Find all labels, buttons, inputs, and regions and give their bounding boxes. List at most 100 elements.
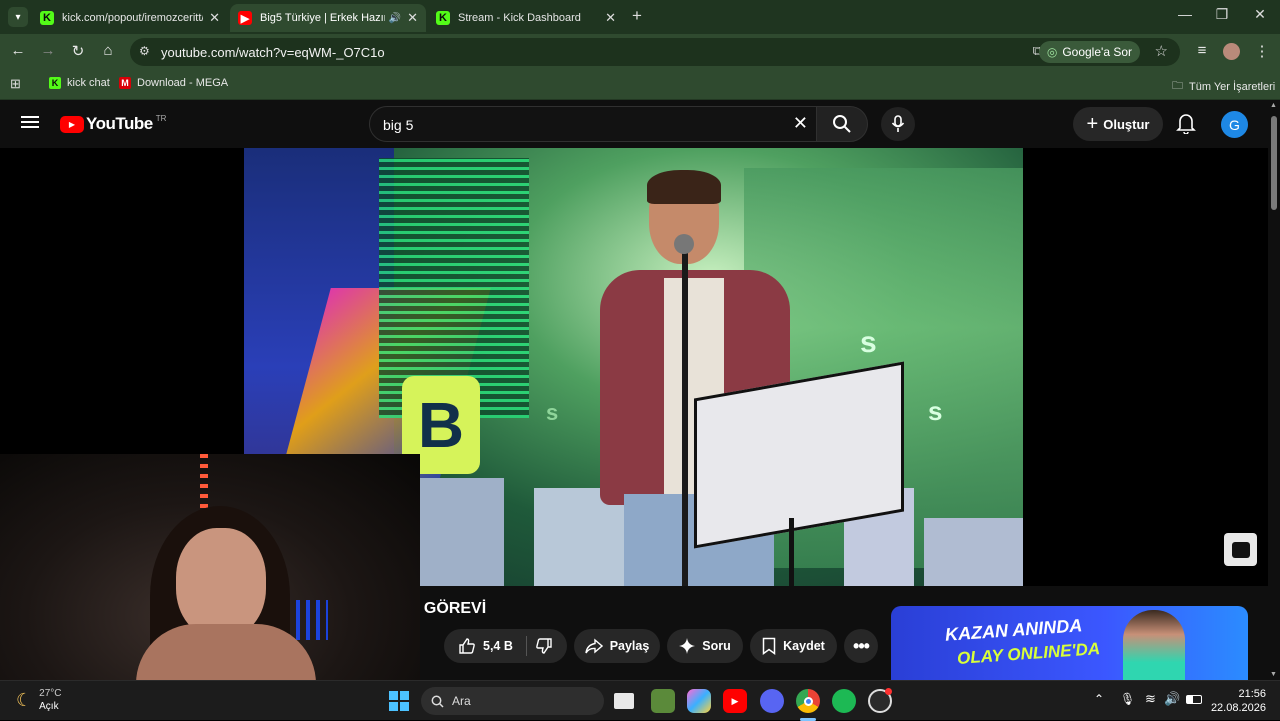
streamer-shoulders: [136, 624, 316, 686]
start-button[interactable]: [389, 691, 409, 711]
profile-avatar[interactable]: [1223, 43, 1240, 60]
close-icon[interactable]: ✕: [209, 10, 220, 26]
like-button[interactable]: 5,4 B: [444, 629, 567, 663]
hamburger-menu-icon[interactable]: [21, 113, 39, 131]
webcam-overlay: [0, 454, 420, 686]
mic-stand: [682, 246, 688, 586]
thumbs-up-icon: [459, 638, 475, 654]
music-stand-pole: [789, 518, 794, 586]
notifications-bell-icon[interactable]: [1176, 112, 1196, 139]
tab-title: kick.com/popout/iremozceritt/c: [62, 12, 204, 24]
ad-person-image: [1123, 610, 1185, 680]
weather-widget[interactable]: ☾ 27°C Açık: [16, 687, 61, 713]
save-label: Kaydet: [783, 639, 825, 653]
thumbs-down-icon[interactable]: [535, 637, 553, 655]
tab-kick-dashboard[interactable]: K Stream - Kick Dashboard ✕: [428, 4, 624, 32]
youtube-logo[interactable]: ▶ YouTube TR: [60, 114, 166, 134]
volume-icon[interactable]: 🔊: [1164, 691, 1180, 707]
apps-grid-icon[interactable]: ⊞: [10, 76, 21, 92]
forward-icon[interactable]: →: [38, 42, 58, 59]
discord-icon[interactable]: [760, 689, 784, 713]
wall-letter: s: [860, 326, 877, 359]
search-button[interactable]: [816, 106, 868, 142]
more-actions-button[interactable]: •••: [844, 629, 878, 663]
tray-microphone-icon[interactable]: 🎙: [1120, 692, 1135, 706]
youtube-app-icon[interactable]: ▶: [723, 689, 747, 713]
youtube-play-icon: ▶: [60, 115, 84, 133]
share-label: Paylaş: [609, 639, 650, 653]
all-bookmarks[interactable]: 🗀 Tüm Yer İşaretleri: [1172, 77, 1275, 96]
ask-label: Soru: [702, 639, 731, 653]
create-label: Oluştur: [1103, 116, 1150, 132]
weather-state: Açık: [39, 701, 59, 712]
create-button[interactable]: + Oluştur: [1073, 107, 1163, 141]
google-ask-button[interactable]: ◎ Google'a Sor: [1038, 41, 1140, 63]
taskbar-search[interactable]: Ara: [421, 687, 604, 715]
watch-page: B r s s s L GÖREVİ: [0, 148, 1268, 686]
search-icon: [833, 115, 851, 133]
page-scrollbar[interactable]: ▲ ▼: [1268, 100, 1280, 680]
clock-date: 22.08.2026: [1210, 702, 1266, 714]
channel-watermark-icon[interactable]: [1224, 533, 1257, 566]
bookmark-star-icon[interactable]: ☆: [1155, 42, 1168, 60]
folder-icon: 🗀: [1172, 80, 1183, 92]
voice-search-button[interactable]: [881, 107, 915, 141]
tray-chevron-up-icon[interactable]: ⌃: [1094, 692, 1104, 706]
save-button[interactable]: Kaydet: [750, 629, 837, 663]
scrollbar-thumb[interactable]: [1271, 116, 1277, 210]
bookmark-mega[interactable]: M Download - MEGA: [119, 77, 228, 89]
lens-icon: ◎: [1046, 45, 1058, 59]
address-bar[interactable]: ⚙ youtube.com/watch?v=eqWM-_O7C1o ⧉ ◎ Go…: [130, 38, 1180, 66]
youtube-logo-text: YouTube: [86, 114, 153, 133]
close-icon[interactable]: ✕: [605, 10, 616, 26]
region-code: TR: [155, 113, 167, 123]
singer-hair: [647, 170, 721, 204]
chevron-down-icon: ▾: [15, 11, 21, 23]
minimize-button[interactable]: —: [1175, 6, 1195, 22]
search-icon: [431, 695, 444, 708]
restore-button[interactable]: ❐: [1212, 6, 1232, 23]
like-count: 5,4 B: [483, 639, 513, 653]
clear-search-icon[interactable]: ✕: [793, 113, 808, 134]
reload-icon[interactable]: ↻: [68, 42, 88, 60]
microphone: [674, 234, 694, 254]
file-explorer-icon[interactable]: [614, 693, 634, 709]
bookmark-kick-chat[interactable]: K kick chat: [49, 77, 110, 89]
menu-icon[interactable]: ⋮: [1252, 42, 1272, 60]
like-divider: [526, 636, 527, 656]
scroll-down-icon[interactable]: ▼: [1270, 671, 1277, 678]
wifi-icon[interactable]: ≋: [1145, 691, 1156, 707]
tab-youtube[interactable]: ▶ Big5 Türkiye | Erkek Hazırlık 🔊 ✕: [230, 4, 426, 32]
minecraft-icon[interactable]: [651, 689, 675, 713]
back-icon[interactable]: ←: [8, 42, 28, 59]
battery-icon[interactable]: [1186, 695, 1202, 704]
site-info-icon[interactable]: ⚙: [139, 44, 150, 58]
scroll-up-icon[interactable]: ▲: [1270, 102, 1277, 109]
share-button[interactable]: Paylaş: [574, 629, 660, 663]
big5-letter: B: [417, 389, 465, 461]
media-controls-icon[interactable]: ≡: [1192, 42, 1212, 59]
webcam-red-lights: [200, 454, 208, 514]
home-icon[interactable]: ⌂: [98, 42, 118, 59]
tab-search-button[interactable]: ▾: [8, 7, 28, 27]
kick-icon: K: [436, 11, 450, 25]
close-icon[interactable]: ✕: [407, 10, 418, 26]
wall-letter: s: [928, 396, 943, 426]
speaker-icon[interactable]: 🔊: [389, 13, 401, 24]
ask-button[interactable]: Soru: [667, 629, 743, 663]
stage-crate: [924, 518, 1023, 586]
close-window-button[interactable]: ✕: [1250, 6, 1270, 23]
moon-icon: ☾: [16, 689, 33, 710]
clock-time: 21:56: [1238, 688, 1266, 700]
chrome-icon[interactable]: [796, 689, 820, 713]
copilot-icon[interactable]: [687, 689, 711, 713]
new-tab-button[interactable]: +: [632, 6, 642, 26]
system-clock[interactable]: 21:56 22.08.2026: [1211, 687, 1266, 715]
spotify-icon[interactable]: [832, 689, 856, 713]
sponsored-ad-banner[interactable]: KAZAN ANINDA OLAY ONLINE'DA: [891, 606, 1248, 680]
search-input[interactable]: big 5 ✕: [369, 106, 817, 142]
sparkle-icon: [679, 638, 696, 654]
tab-kick-chat[interactable]: K kick.com/popout/iremozceritt/c ✕: [32, 4, 228, 32]
youtube-icon: ▶: [238, 11, 252, 25]
account-avatar[interactable]: G: [1221, 111, 1248, 138]
